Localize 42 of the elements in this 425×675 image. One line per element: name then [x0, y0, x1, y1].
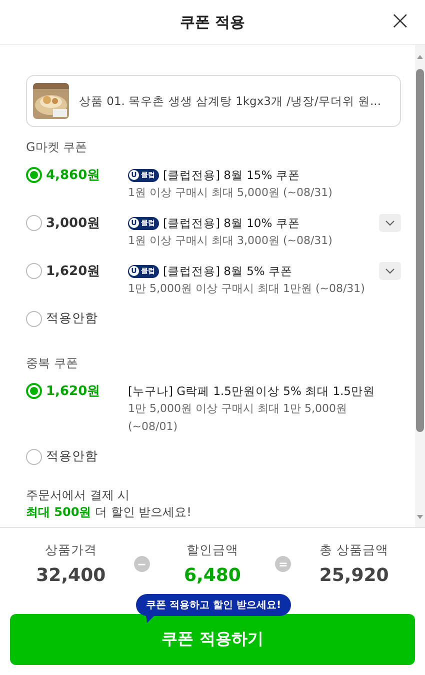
summary-amount: 32,400: [36, 565, 106, 586]
summary-amount: 25,920: [319, 565, 389, 586]
coupon-name: [누구나] G락페 1.5만원이상 5% 최대 1.5만원: [128, 383, 375, 400]
radio-button[interactable]: [26, 167, 42, 183]
summary-amount: 6,480: [184, 565, 241, 586]
radio-button[interactable]: [26, 449, 42, 465]
coupon-name: [클럽전용] 8월 15% 쿠폰: [163, 167, 300, 184]
operator-icon: −: [134, 556, 150, 572]
notice-text: 주문서에서 결제 시: [26, 487, 131, 504]
radio-button[interactable]: [26, 383, 42, 399]
coupon-amount: 1,620원: [46, 263, 102, 280]
coupon-condition: 1원 이상 구매시 최대 3,000원 (~08/31): [128, 233, 334, 249]
coupon-amount: 1,620원: [46, 383, 102, 400]
tooltip-tail-icon: [146, 616, 154, 623]
expand-button[interactable]: [379, 214, 401, 232]
notice-text: 최대 500원 더 할인 받으세요!: [26, 504, 192, 521]
coupon-name: [클럽전용] 8월 10% 쿠폰: [163, 215, 300, 232]
coupon-condition: 1원 이상 구매시 최대 5,000원 (~08/31): [128, 185, 334, 201]
product-card[interactable]: 상품 01. 목우촌 생생 삼계탕 1kgx3개 /냉장/무더위 원...: [26, 75, 401, 127]
product-name: 상품 01. 목우촌 생생 삼계탕 1kgx3개 /냉장/무더위 원...: [79, 94, 381, 108]
summary-label: 총 상품금액: [320, 542, 389, 559]
dialog-title: 쿠폰 적용: [180, 12, 246, 32]
tooltip: 쿠폰 적용하고 할인 받으세요!: [136, 594, 292, 623]
chevron-down-icon: [385, 268, 395, 274]
no-coupon-label: 적용안함: [46, 448, 98, 465]
coupon-condition: 1만 5,000원 이상 구매시 최대 1만 5,000원 (~08/01): [128, 401, 348, 435]
section-title: G마켓 쿠폰: [26, 139, 88, 156]
radio-button[interactable]: [26, 215, 42, 231]
section-title: 중복 쿠폰: [26, 355, 79, 372]
close-button[interactable]: ×: [385, 8, 415, 34]
coupon-name: [클럽전용] 8월 5% 쿠폰: [163, 263, 293, 280]
coupon-condition: 1만 5,000원 이상 구매시 최대 1만원 (~08/31): [128, 281, 366, 297]
coupon-amount: 4,860원: [46, 167, 102, 184]
summary-label: 할인금액: [186, 542, 238, 559]
chevron-down-icon: [385, 220, 395, 226]
no-coupon-label: 적용안함: [46, 310, 98, 327]
operator-icon: =: [275, 556, 292, 572]
expand-button[interactable]: [379, 262, 401, 280]
radio-button[interactable]: [26, 311, 42, 327]
coupon-amount: 3,000원: [46, 215, 102, 232]
radio-button[interactable]: [26, 263, 42, 279]
summary-label: 상품가격: [44, 542, 97, 559]
